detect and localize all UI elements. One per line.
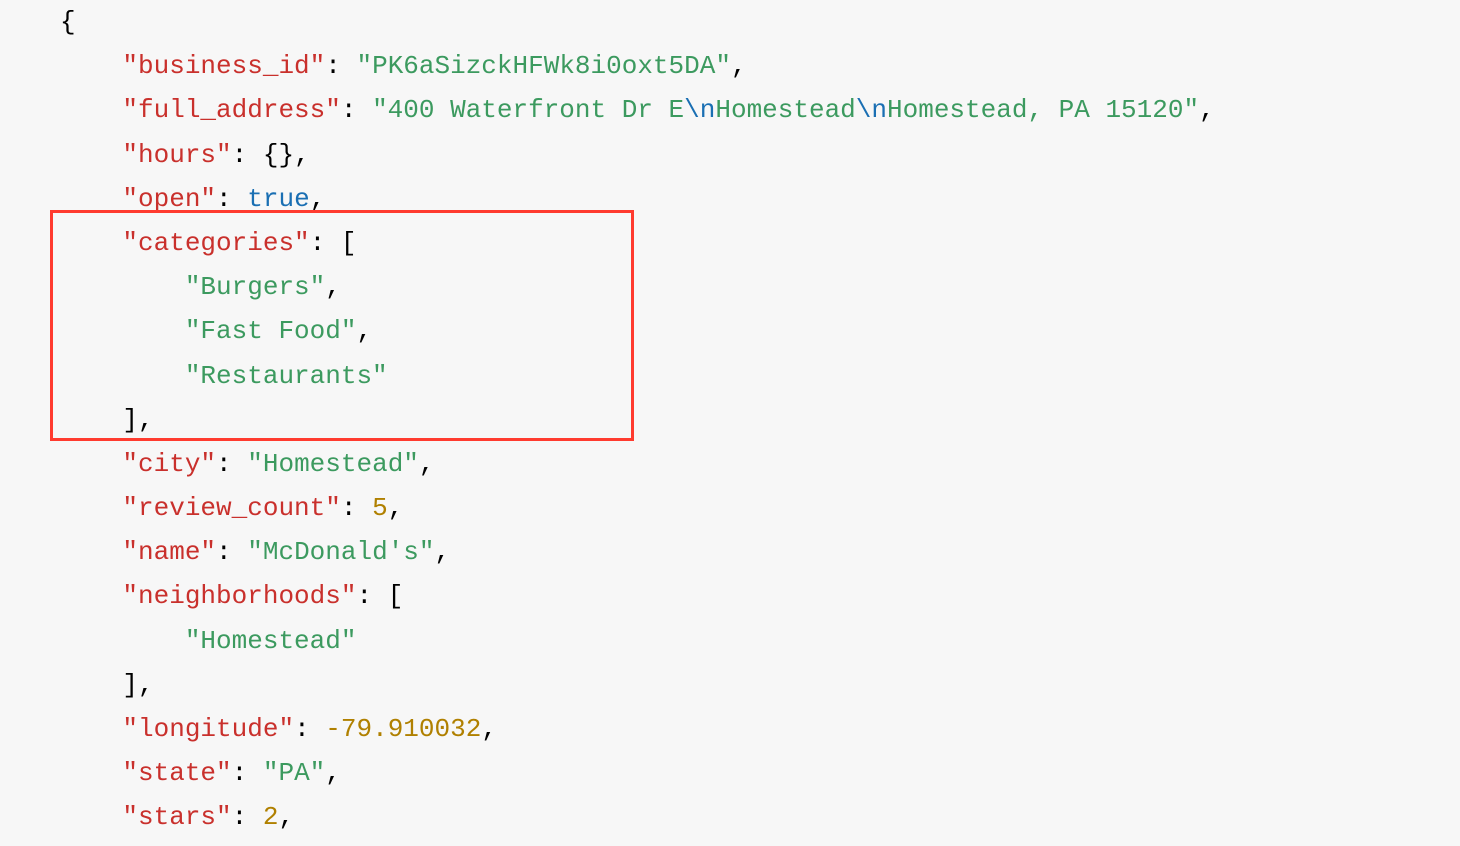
value-categories-2: "Fast Food" <box>185 316 357 346</box>
value-neighborhoods-1: "Homestead" <box>185 626 357 656</box>
key-hours: "hours" <box>122 140 231 170</box>
key-longitude: "longitude" <box>122 714 294 744</box>
open-brace: { <box>60 7 76 37</box>
value-name: "McDonald's" <box>247 537 434 567</box>
escape-char-2: \n <box>856 95 887 125</box>
key-city: "city" <box>122 449 216 479</box>
key-stars: "stars" <box>122 802 231 832</box>
value-full-address-p3: Homestead, PA 15120" <box>887 95 1199 125</box>
value-categories-3: "Restaurants" <box>185 361 388 391</box>
value-categories-1: "Burgers" <box>185 272 325 302</box>
key-business-id: "business_id" <box>122 51 325 81</box>
value-open: true <box>247 184 309 214</box>
key-open: "open" <box>122 184 216 214</box>
value-business-id: "PK6aSizckHFWk8i0oxt5DA" <box>356 51 730 81</box>
key-state: "state" <box>122 758 231 788</box>
value-state: "PA" <box>263 758 325 788</box>
value-hours: {} <box>263 140 294 170</box>
key-categories: "categories" <box>122 228 309 258</box>
key-review-count: "review_count" <box>122 493 340 523</box>
key-full-address: "full_address" <box>122 95 340 125</box>
value-full-address-p1: "400 Waterfront Dr E <box>372 95 684 125</box>
escape-char-1: \n <box>684 95 715 125</box>
value-review-count: 5 <box>372 493 388 523</box>
value-full-address-p2: Homestead <box>715 95 855 125</box>
key-name: "name" <box>122 537 216 567</box>
json-code-block: { "business_id": "PK6aSizckHFWk8i0oxt5DA… <box>0 0 1460 840</box>
value-stars: 2 <box>263 802 279 832</box>
value-longitude: -79.910032 <box>325 714 481 744</box>
value-city: "Homestead" <box>247 449 419 479</box>
key-neighborhoods: "neighborhoods" <box>122 581 356 611</box>
